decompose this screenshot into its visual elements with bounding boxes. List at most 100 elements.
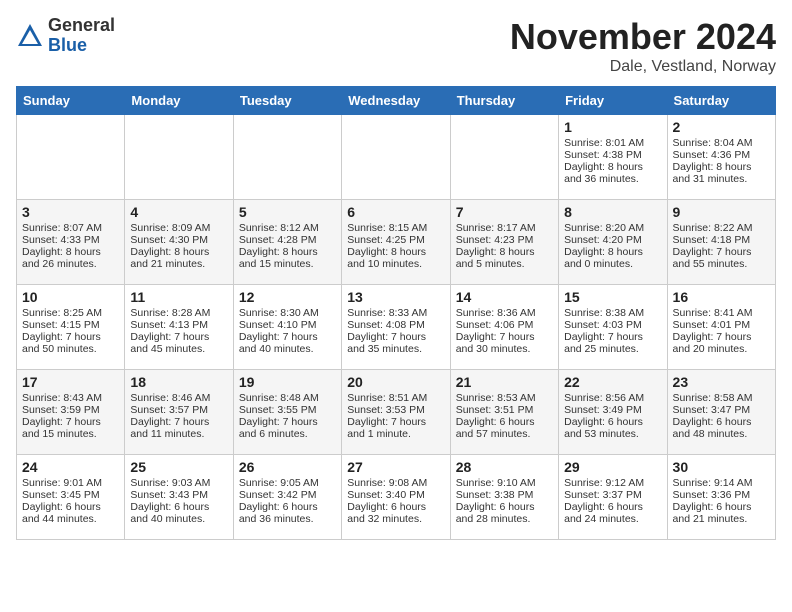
calendar-cell: 21Sunrise: 8:53 AMSunset: 3:51 PMDayligh… [450, 370, 558, 455]
logo: General Blue [16, 16, 115, 56]
calendar-cell: 26Sunrise: 9:05 AMSunset: 3:42 PMDayligh… [233, 455, 341, 540]
calendar-cell: 28 Sunrise: 9:10 AMSunset: 3:38 PMDayligh… [450, 455, 558, 540]
day-number: 23 [673, 374, 770, 390]
calendar-cell [233, 115, 341, 200]
day-number: 19 [239, 374, 336, 390]
day-info: Sunrise: 8:04 AM [673, 137, 770, 149]
day-info: Daylight: 8 hours and 36 minutes. [564, 161, 661, 185]
day-info: Daylight: 6 hours and 48 minutes. [673, 416, 770, 440]
calendar-cell: 22Sunrise: 8:56 AMSunset: 3:49 PMDayligh… [559, 370, 667, 455]
calendar-cell: 15Sunrise: 8:38 AMSunset: 4:03 PMDayligh… [559, 285, 667, 370]
calendar-cell [125, 115, 233, 200]
day-info: Sunset: 4:08 PM [347, 319, 444, 331]
calendar-cell: 17Sunrise: 8:43 AMSunset: 3:59 PMDayligh… [17, 370, 125, 455]
day-info: Daylight: 8 hours and 10 minutes. [347, 246, 444, 270]
calendar-cell: 4 Sunrise: 8:09 AMSunset: 4:30 PMDaylight… [125, 200, 233, 285]
day-info: Sunrise: 9:10 AM [456, 477, 553, 489]
day-info: Sunset: 3:45 PM [22, 489, 119, 501]
day-info: Daylight: 7 hours and 25 minutes. [564, 331, 661, 355]
day-number: 27 [347, 459, 444, 475]
day-info: Sunrise: 8:51 AM [347, 392, 444, 404]
calendar-cell: 5Sunrise: 8:12 AMSunset: 4:28 PMDaylight… [233, 200, 341, 285]
day-number: 8 [564, 204, 661, 220]
day-info: Daylight: 8 hours and 0 minutes. [564, 246, 661, 270]
day-info: Sunrise: 8:48 AM [239, 392, 336, 404]
day-number: 30 [673, 459, 770, 475]
logo-text: General Blue [48, 16, 115, 56]
day-info: Sunset: 3:49 PM [564, 404, 661, 416]
calendar-cell: 27Sunrise: 9:08 AMSunset: 3:40 PMDayligh… [342, 455, 450, 540]
calendar-cell: 9Sunrise: 8:22 AMSunset: 4:18 PMDaylight… [667, 200, 775, 285]
day-info: Sunrise: 9:12 AM [564, 477, 661, 489]
logo-general-text: General [48, 16, 115, 36]
calendar-cell: 24Sunrise: 9:01 AMSunset: 3:45 PMDayligh… [17, 455, 125, 540]
day-info: Sunset: 3:47 PM [673, 404, 770, 416]
calendar-cell: 10Sunrise: 8:25 AMSunset: 4:15 PMDayligh… [17, 285, 125, 370]
calendar-cell: 11Sunrise: 8:28 AMSunset: 4:13 PMDayligh… [125, 285, 233, 370]
day-info: Sunrise: 8:43 AM [22, 392, 119, 404]
calendar-cell: 19Sunrise: 8:48 AMSunset: 3:55 PMDayligh… [233, 370, 341, 455]
day-number: 12 [239, 289, 336, 305]
day-number: 10 [22, 289, 119, 305]
day-number: 1 [564, 119, 661, 135]
day-info: Daylight: 7 hours and 30 minutes. [456, 331, 553, 355]
day-info: Sunset: 4:13 PM [130, 319, 227, 331]
day-info: Sunset: 4:06 PM [456, 319, 553, 331]
day-info: Sunset: 4:33 PM [22, 234, 119, 246]
calendar-cell: 7Sunrise: 8:17 AMSunset: 4:23 PMDaylight… [450, 200, 558, 285]
column-header-monday: Monday [125, 87, 233, 115]
day-number: 26 [239, 459, 336, 475]
day-info: Sunset: 3:36 PM [673, 489, 770, 501]
day-info: Sunset: 4:15 PM [22, 319, 119, 331]
calendar-cell: 18Sunrise: 8:46 AMSunset: 3:57 PMDayligh… [125, 370, 233, 455]
day-number: 20 [347, 374, 444, 390]
day-info: Daylight: 8 hours and 21 minutes. [130, 246, 227, 270]
day-info: Daylight: 6 hours and 28 minutes. [456, 501, 553, 525]
day-info: Sunrise: 8:25 AM [22, 307, 119, 319]
day-info: Sunrise: 8:17 AM [456, 222, 553, 234]
calendar-cell [17, 115, 125, 200]
day-info: Sunset: 4:30 PM [130, 234, 227, 246]
day-info: Sunrise: 8:22 AM [673, 222, 770, 234]
calendar-cell: 13Sunrise: 8:33 AMSunset: 4:08 PMDayligh… [342, 285, 450, 370]
column-header-saturday: Saturday [667, 87, 775, 115]
logo-icon [16, 22, 44, 50]
calendar-week-3: 10 Sunrise: 8:25 AMSunset: 4:15 PM Dayligh… [17, 285, 776, 370]
day-info: Sunrise: 9:14 AM [673, 477, 770, 489]
day-info: Sunrise: 8:56 AM [564, 392, 661, 404]
day-info: Sunset: 3:38 PM [456, 489, 553, 501]
page-header: General Blue November 2024 Dale, Vestlan… [16, 16, 776, 76]
day-info: Daylight: 6 hours and 24 minutes. [564, 501, 661, 525]
day-info: Sunset: 4:23 PM [456, 234, 553, 246]
calendar-cell: 14Sunrise: 8:36 AMSunset: 4:06 PMDayligh… [450, 285, 558, 370]
calendar-cell: 16Sunrise: 8:41 AMSunset: 4:01 PMDayligh… [667, 285, 775, 370]
day-info: Daylight: 6 hours and 36 minutes. [239, 501, 336, 525]
day-info: Sunrise: 8:30 AM [239, 307, 336, 319]
calendar-header: SundayMondayTuesdayWednesdayThursdayFrid… [17, 87, 776, 115]
day-info: Daylight: 6 hours and 40 minutes. [130, 501, 227, 525]
title-block: November 2024 Dale, Vestland, Norway [510, 16, 776, 76]
calendar-week-2: 3Sunrise: 8:07 AMSunset: 4:33 PMDaylight… [17, 200, 776, 285]
day-number: 29 [564, 459, 661, 475]
day-number: 4 [130, 204, 227, 220]
day-info: Daylight: 6 hours and 21 minutes. [673, 501, 770, 525]
day-info: Sunset: 4:01 PM [673, 319, 770, 331]
day-info: Sunset: 4:36 PM [673, 149, 770, 161]
day-number: 3 [22, 204, 119, 220]
day-number: 6 [347, 204, 444, 220]
day-info: Daylight: 7 hours and 35 minutes. [347, 331, 444, 355]
day-info: Sunrise: 8:09 AM [130, 222, 227, 234]
day-number: 28 [456, 459, 553, 475]
day-info: Sunset: 4:38 PM [564, 149, 661, 161]
day-info: Daylight: 6 hours and 57 minutes. [456, 416, 553, 440]
day-info: Sunrise: 9:08 AM [347, 477, 444, 489]
day-info: Sunrise: 8:12 AM [239, 222, 336, 234]
day-info: Sunrise: 8:41 AM [673, 307, 770, 319]
day-info: Daylight: 6 hours and 32 minutes. [347, 501, 444, 525]
column-header-thursday: Thursday [450, 87, 558, 115]
column-header-sunday: Sunday [17, 87, 125, 115]
day-info: Sunrise: 9:01 AM [22, 477, 119, 489]
day-info: Daylight: 7 hours and 6 minutes. [239, 416, 336, 440]
calendar-cell: 20Sunrise: 8:51 AMSunset: 3:53 PMDayligh… [342, 370, 450, 455]
day-info: Sunrise: 8:01 AM [564, 137, 661, 149]
